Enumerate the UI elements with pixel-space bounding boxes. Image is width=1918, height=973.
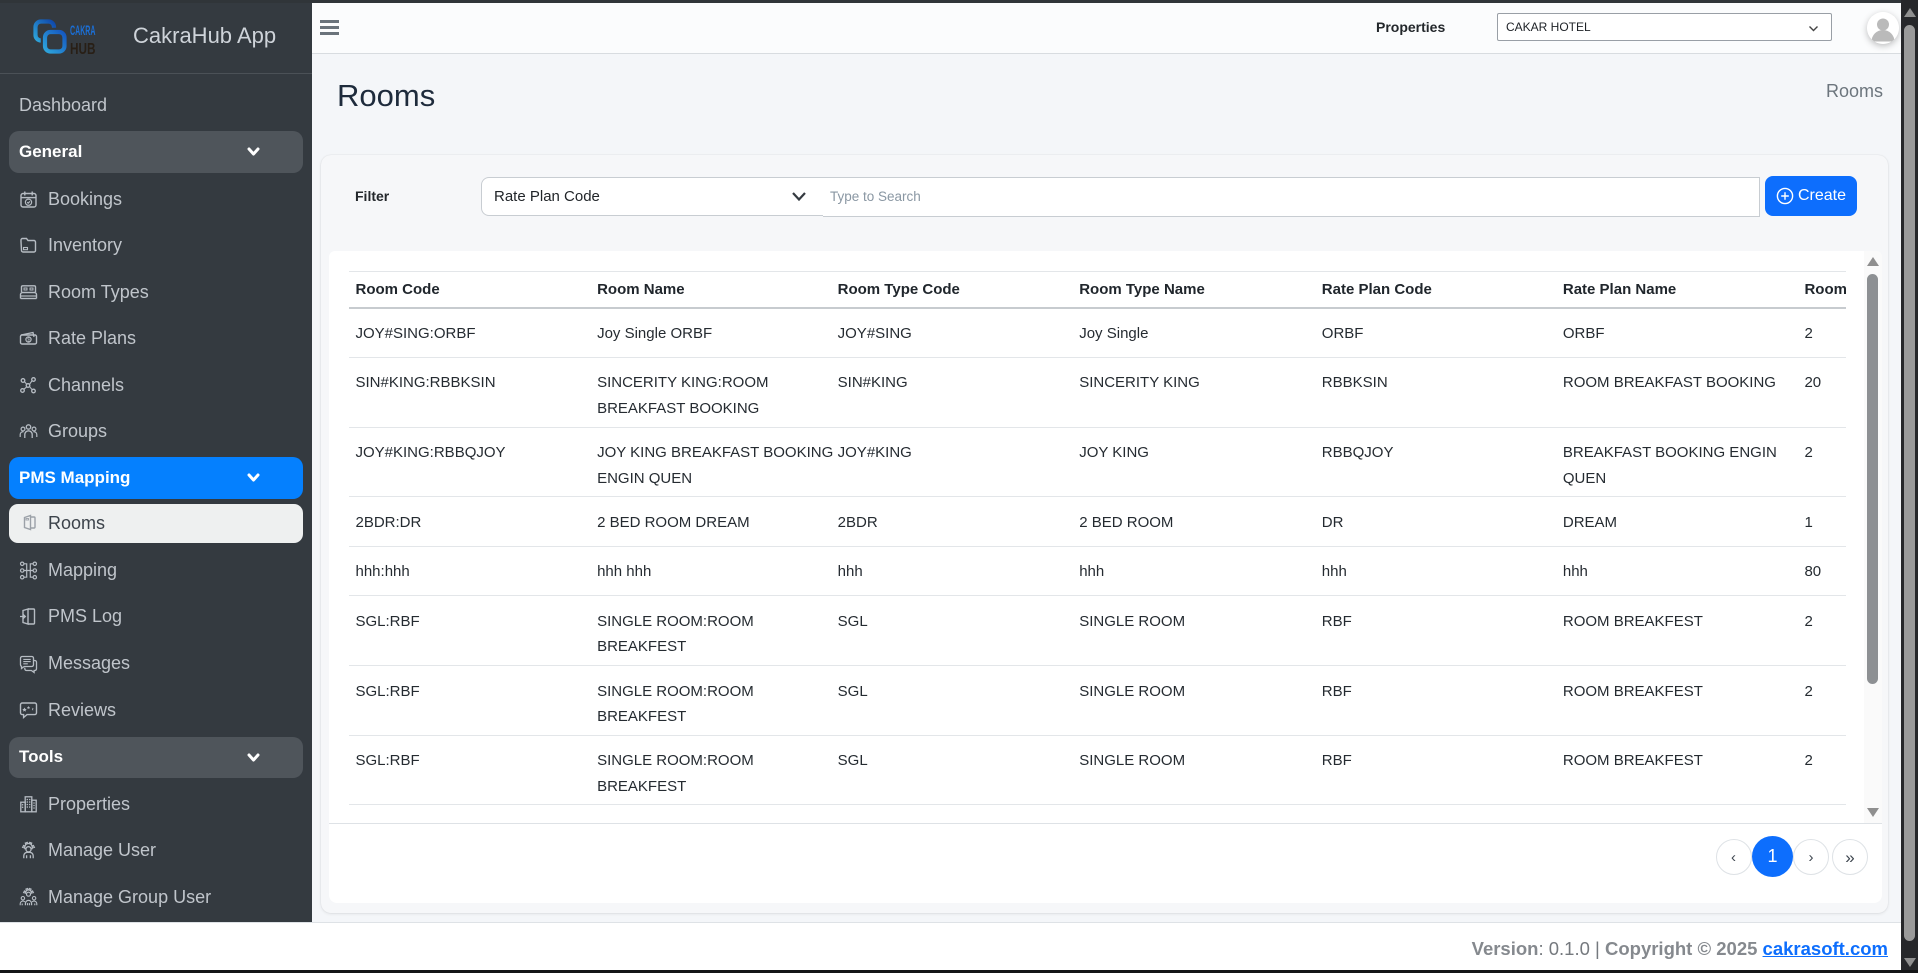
svg-text:CAKRA: CAKRA xyxy=(70,22,96,38)
svg-text:$: $ xyxy=(27,337,30,343)
svg-text:HUB: HUB xyxy=(70,41,96,55)
